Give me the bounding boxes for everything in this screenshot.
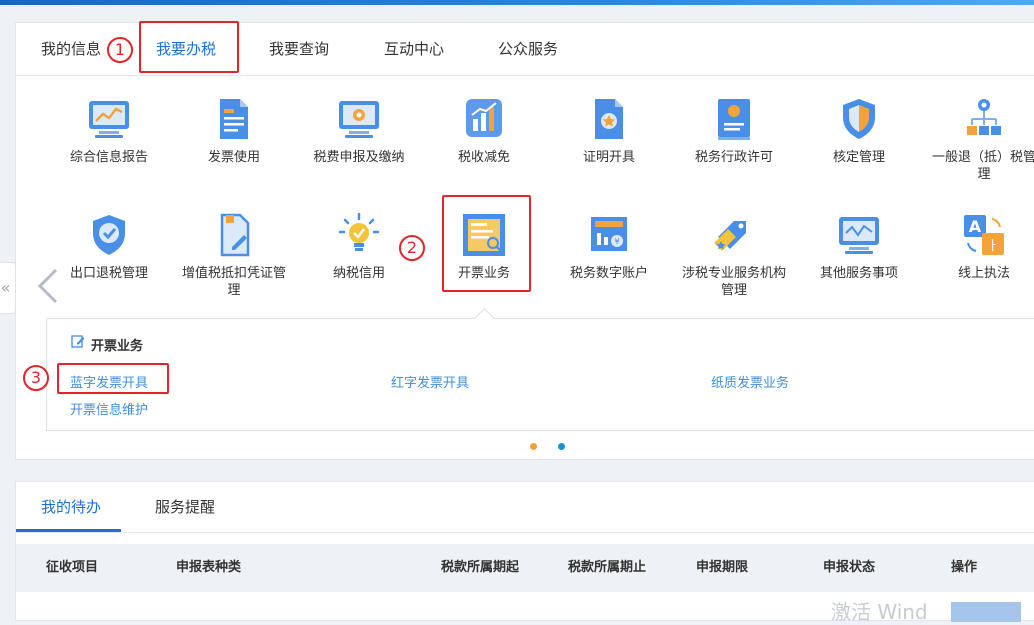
grid-item-export-refund[interactable]: 出口退税管理 (49, 211, 169, 282)
grid-item-label: 出口退税管理 (69, 266, 148, 281)
sidebar-collapse-icon[interactable]: « (0, 262, 16, 314)
digital-account-icon: ¥ (591, 217, 627, 251)
grid-item-tax-reduction[interactable]: 税收减免 (424, 95, 544, 166)
grid-item-label: 证明开具 (582, 150, 635, 165)
tab-my-todo[interactable]: 我的待办 (41, 482, 101, 532)
doc-pen-icon (220, 213, 250, 257)
carousel-dot-1[interactable] (530, 443, 537, 450)
grid-item-other-services[interactable]: 其他服务事项 (799, 211, 919, 282)
os-activation-watermark: 激活 Wind (831, 600, 928, 624)
grid-item-label: 税务数字账户 (569, 266, 648, 281)
tab-interaction[interactable]: 互动中心 (384, 23, 444, 75)
grid-item-professional-service[interactable]: 涉税专业服务机构 管理 (674, 211, 794, 299)
carousel-prev-arrow-icon[interactable] (34, 266, 62, 306)
grid-item-admin-license[interactable]: 税务行政许可 (674, 95, 794, 166)
grid-item-label: 其他服务事项 (819, 266, 898, 281)
annotation-circle-3: 3 (23, 365, 49, 391)
svg-text:ㅏ: ㅏ (987, 239, 999, 254)
annotation-box-1 (139, 21, 239, 73)
link-red-invoice[interactable]: 红字发票开具 (391, 372, 469, 391)
col-status: 申报状态 (823, 560, 876, 575)
grid-item-tax-refund[interactable]: 一般退（抵）税管理 (924, 95, 1034, 183)
grid-item-label: 税费申报及缴纳 (313, 150, 405, 165)
lightbulb-icon (338, 212, 380, 251)
submenu-caret (473, 307, 496, 330)
service-panel: 我的信息 我要办税 我要查询 互动中心 公众服务 1 综合信息报告 发票使用 税… (15, 21, 1034, 460)
col-collection-item: 征收项目 (46, 560, 99, 575)
action-button[interactable] (951, 602, 1021, 622)
grid-item-info-report[interactable]: 综合信息报告 (49, 95, 169, 166)
edit-icon (71, 335, 85, 348)
tag-star-icon (714, 221, 746, 251)
grid-item-label: 线上执法 (957, 266, 1010, 281)
annotation-circle-1: 1 (107, 37, 133, 63)
grid-item-online-enforcement[interactable]: A ㅏ 线上执法 (924, 211, 1034, 282)
col-actions: 操作 (951, 560, 978, 575)
col-period-end: 税款所属期止 (568, 560, 647, 575)
grid-item-label: 税务行政许可 (694, 150, 773, 165)
grid-item-label: 税收减免 (457, 150, 510, 165)
grid-item-label: 一般退（抵）税管理 (931, 150, 1034, 182)
carousel-dot-2[interactable] (558, 443, 565, 450)
grid-item-invoice-use[interactable]: 发票使用 (174, 95, 294, 166)
col-form-type: 申报表种类 (176, 560, 242, 575)
grid-item-digital-account[interactable]: ¥ 税务数字账户 (549, 211, 669, 282)
col-period-start: 税款所属期起 (441, 560, 520, 575)
link-paper-invoice[interactable]: 纸质发票业务 (711, 372, 789, 391)
svg-text:A: A (969, 217, 982, 236)
grid-item-label: 发票使用 (207, 150, 260, 165)
todo-panel: 我的待办 服务提醒 征收项目 申报表种类 税款所属期起 税款所属期止 申报期限 … (15, 481, 1034, 624)
top-accent-bar (0, 0, 1034, 5)
tab-my-info[interactable]: 我的信息 (41, 23, 101, 75)
table-header: 征收项目 申报表种类 税款所属期起 税款所属期止 申报期限 申报状态 操作 (16, 544, 1034, 592)
certificate-icon (595, 99, 623, 139)
grid-item-label: 综合信息报告 (69, 150, 148, 165)
shield-icon (843, 99, 875, 139)
bar-chart-icon (466, 99, 502, 137)
annotation-box-3 (57, 363, 169, 394)
grid-item-vat-deduction[interactable]: 增值税抵扣凭证管理 (174, 211, 294, 299)
org-tree-icon (967, 99, 1001, 135)
annotation-circle-2: 2 (399, 235, 425, 261)
annotation-box-2 (442, 195, 531, 292)
license-badge-icon (718, 99, 750, 140)
tab-query[interactable]: 我要查询 (269, 23, 329, 75)
tab-divider (16, 532, 1034, 533)
shield-check-icon (93, 215, 125, 255)
monitor-wave-icon (839, 217, 879, 254)
grid-item-certificate[interactable]: 证明开具 (549, 95, 669, 166)
svg-text:¥: ¥ (614, 237, 619, 246)
invoice-submenu: 开票业务 蓝字发票开具 红字发票开具 纸质发票业务 开票信息维护 (46, 307, 1034, 431)
link-invoice-info-maintenance[interactable]: 开票信息维护 (70, 399, 148, 418)
tab-service-reminder[interactable]: 服务提醒 (155, 482, 215, 532)
grid-item-label: 增值税抵扣凭证管理 (181, 266, 286, 298)
monitor-gear-icon (339, 101, 379, 138)
tab-public-service[interactable]: 公众服务 (498, 23, 558, 75)
grid-item-tax-declaration[interactable]: 税费申报及缴纳 (299, 95, 419, 166)
invoice-document-icon (220, 99, 248, 139)
grid-item-label: 涉税专业服务机构 管理 (681, 266, 786, 298)
monitor-chart-icon (89, 101, 129, 138)
submenu-title: 开票业务 (91, 339, 144, 354)
col-deadline: 申报期限 (696, 560, 749, 575)
grid-item-label: 纳税信用 (332, 266, 385, 281)
translate-icon: A ㅏ (964, 215, 1004, 255)
grid-item-label: 核定管理 (832, 150, 885, 165)
grid-item-assessment[interactable]: 核定管理 (799, 95, 919, 166)
